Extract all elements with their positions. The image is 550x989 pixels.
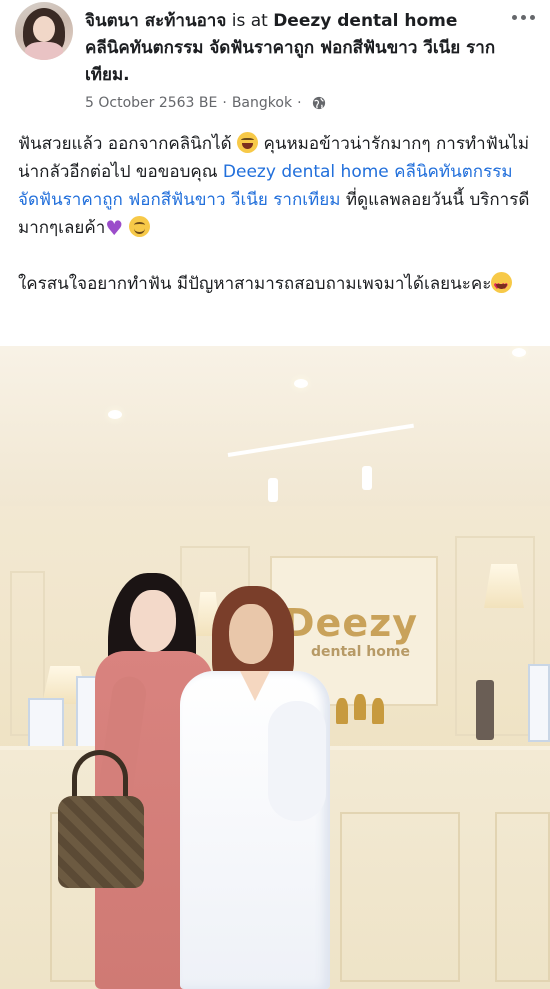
ellipsis-dot: [511, 14, 517, 20]
ceiling-spotlight: [108, 410, 122, 419]
counter-panel: [495, 812, 550, 982]
gold-statue: [354, 694, 366, 720]
gold-statue: [372, 698, 384, 724]
ceiling-spotlight: [512, 348, 526, 357]
clinic-sign-logo: Deezy: [283, 601, 418, 645]
post-paragraph-1: ฟันสวยแล้ว ออกจากคลินิกได้ คุนหมอข้าวน่า…: [18, 130, 538, 242]
handbag: [58, 796, 144, 888]
avatar-face: [33, 16, 55, 42]
person-right-arm: [268, 701, 326, 821]
author-name[interactable]: จินตนา สะท้านอาจ: [85, 11, 226, 31]
more-options-button[interactable]: [506, 6, 540, 28]
bottle: [476, 680, 494, 740]
meta-separator: ·: [222, 95, 227, 111]
track-light: [268, 478, 278, 502]
meta-separator-2: ·: [297, 95, 302, 111]
counter-ornaments: [330, 694, 420, 726]
person-right-face: [229, 604, 273, 664]
post-title: จินตนา สะท้านอาจ is at Deezy dental home…: [85, 8, 505, 89]
counter-panel: [340, 812, 460, 982]
heart-eyes-emoji-icon: [491, 272, 513, 301]
ellipsis-dot: [520, 14, 526, 20]
body-text-4: ใครสนใจอยากทำฟัน มีปัญหาสามารถสอบถามเพจม…: [18, 274, 492, 294]
smiling-emoji-icon: [128, 216, 150, 237]
globe-icon[interactable]: [312, 96, 326, 110]
checkin-connector: is at: [226, 11, 274, 31]
post-photo[interactable]: Deezy dental home: [0, 346, 550, 989]
post-meta: 5 October 2563 BE · Bangkok ·: [85, 93, 326, 113]
body-text-1: ฟันสวยแล้ว ออกจากคลินิกได้: [18, 134, 238, 154]
purple-heart-icon: ♥: [105, 216, 124, 240]
post-header: จินตนา สะท้านอาจ is at Deezy dental home…: [0, 0, 550, 118]
ellipsis-dot: [529, 14, 535, 20]
gold-statue: [336, 698, 348, 724]
clinic-sign-subtitle: dental home: [311, 644, 410, 660]
avatar-body: [25, 42, 63, 60]
person-left-face: [130, 590, 176, 652]
avatar[interactable]: [15, 2, 73, 60]
laughing-emoji-icon: [237, 132, 259, 153]
promo-card: [528, 664, 550, 742]
track-light: [362, 466, 372, 490]
post-date[interactable]: 5 October 2563 BE: [85, 95, 217, 111]
post-location[interactable]: Bangkok: [232, 95, 292, 111]
post-body: ฟันสวยแล้ว ออกจากคลินิกได้ คุนหมอข้าวน่า…: [18, 130, 538, 326]
post-paragraph-2: ใครสนใจอยากทำฟัน มีปัญหาสามารถสอบถามเพจม…: [18, 270, 538, 301]
ceiling-spotlight: [294, 379, 308, 388]
